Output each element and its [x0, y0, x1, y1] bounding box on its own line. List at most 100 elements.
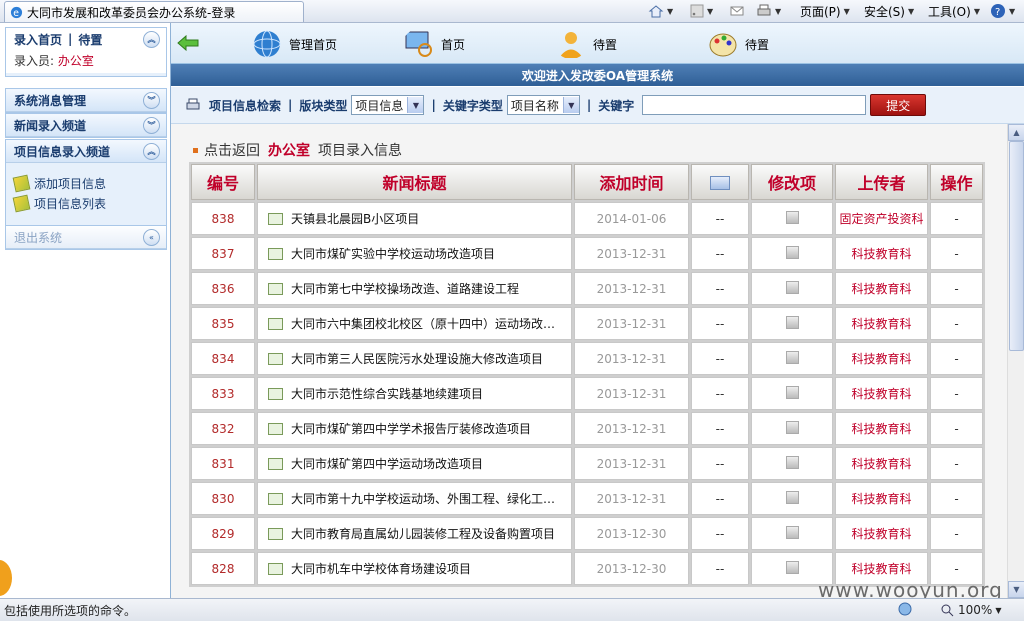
vertical-scrollbar[interactable]: ▲ ▼: [1007, 124, 1024, 598]
sidebar-item-add-project[interactable]: 添加项目信息: [12, 173, 158, 193]
row-title-text[interactable]: 天镇县北晨园B小区项目: [291, 212, 419, 226]
row-op[interactable]: -: [930, 412, 983, 445]
row-title[interactable]: 大同市第十九中学校运动场、外围工程、绿化工…: [257, 482, 572, 515]
row-title[interactable]: 大同市煤矿第四中学学术报告厅装修改造项目: [257, 412, 572, 445]
nav-home[interactable]: 首页: [403, 27, 465, 61]
help-button[interactable]: ? ▼: [990, 0, 1015, 22]
expand-down-icon[interactable]: ︾: [143, 92, 160, 109]
row-title[interactable]: 大同市第七中学校操场改造、道路建设工程: [257, 272, 572, 305]
row-op[interactable]: -: [930, 517, 983, 550]
row-title[interactable]: 大同市示范性综合实践基地续建项目: [257, 377, 572, 410]
row-op[interactable]: -: [930, 377, 983, 410]
scroll-thumb[interactable]: [1009, 141, 1024, 351]
edit-icon[interactable]: [785, 280, 799, 294]
sidebar-item-project-list[interactable]: 项目信息列表: [12, 193, 158, 213]
home-button[interactable]: ▼: [648, 0, 673, 22]
scroll-up-icon[interactable]: ▲: [1008, 124, 1024, 141]
sidebar-section-header[interactable]: 系统消息管理 ︾: [6, 89, 166, 112]
edit-icon[interactable]: [785, 455, 799, 469]
sidebar-section-header[interactable]: 项目信息录入频道 ︽: [6, 140, 166, 163]
row-title-text[interactable]: 大同市煤矿第四中学运动场改造项目: [291, 457, 483, 471]
row-op[interactable]: -: [930, 447, 983, 480]
edit-icon[interactable]: [785, 245, 799, 259]
edit-icon[interactable]: [785, 350, 799, 364]
edit-icon[interactable]: [785, 385, 799, 399]
scroll-down-icon[interactable]: ▼: [1008, 581, 1024, 598]
row-title[interactable]: 大同市六中集团校北校区（原十四中）运动场改…: [257, 307, 572, 340]
row-op[interactable]: -: [930, 482, 983, 515]
expand-down-icon[interactable]: ︾: [143, 117, 160, 134]
row-op[interactable]: -: [930, 272, 983, 305]
row-title-text[interactable]: 大同市第七中学校操场改造、道路建设工程: [291, 282, 519, 296]
row-title-text[interactable]: 大同市第三人民医院污水处理设施大修改造项目: [291, 352, 543, 366]
sidebar-item-label: 项目信息列表: [34, 196, 107, 211]
row-title[interactable]: 大同市第三人民医院污水处理设施大修改造项目: [257, 342, 572, 375]
row-uploader: 科技教育科: [835, 517, 928, 550]
collapse-up-icon[interactable]: ︽: [143, 31, 160, 48]
row-op[interactable]: -: [930, 237, 983, 270]
row-modify[interactable]: [751, 342, 833, 375]
row-modify[interactable]: [751, 412, 833, 445]
edit-icon[interactable]: [785, 210, 799, 224]
row-title[interactable]: 大同市教育局直属幼儿园装修工程及设备购置项目: [257, 517, 572, 550]
edit-icon[interactable]: [785, 420, 799, 434]
collapse-left-icon[interactable]: «: [143, 229, 160, 246]
row-modify[interactable]: [751, 307, 833, 340]
sidebar-home-link[interactable]: 录入首页: [14, 31, 62, 48]
page-menu[interactable]: 页面(P) ▼: [800, 0, 850, 22]
nav-admin-home[interactable]: 管理首页: [251, 27, 337, 61]
row-title[interactable]: 大同市煤矿实验中学校运动场改造项目: [257, 237, 572, 270]
zoom-control[interactable]: 100% ▼: [940, 603, 1001, 617]
chevron-down-icon[interactable]: ▼: [407, 97, 424, 113]
sidebar-section-news[interactable]: 新闻录入频道 ︾: [5, 113, 167, 138]
row-title[interactable]: 大同市煤矿第四中学运动场改造项目: [257, 447, 572, 480]
row-title-text[interactable]: 大同市示范性综合实践基地续建项目: [291, 387, 483, 401]
sidebar-section-header[interactable]: 新闻录入频道 ︾: [6, 114, 166, 137]
safety-menu[interactable]: 安全(S) ▼: [864, 0, 914, 22]
edit-icon[interactable]: [785, 560, 799, 574]
sidebar-pending-link[interactable]: 待置: [78, 31, 102, 48]
row-modify[interactable]: [751, 482, 833, 515]
sidebar-section-messages[interactable]: 系统消息管理 ︾: [5, 88, 167, 113]
row-modify[interactable]: [751, 272, 833, 305]
row-modify[interactable]: [751, 517, 833, 550]
row-modify[interactable]: [751, 237, 833, 270]
row-title-text[interactable]: 大同市六中集团校北校区（原十四中）运动场改…: [291, 317, 555, 331]
chevron-down-icon[interactable]: ▼: [562, 97, 579, 113]
row-title-text[interactable]: 大同市煤矿第四中学学术报告厅装修改造项目: [291, 422, 531, 436]
row-op[interactable]: -: [930, 342, 983, 375]
edit-icon[interactable]: [785, 490, 799, 504]
back-arrow-icon[interactable]: [177, 35, 199, 51]
row-title-text[interactable]: 大同市教育局直属幼儿园装修工程及设备购置项目: [291, 527, 555, 541]
sidebar-section-projects[interactable]: 项目信息录入频道 ︽ 添加项目信息 项目信息列表: [5, 139, 167, 226]
browser-tab[interactable]: e 大同市发展和改革委员会办公系统-登录: [4, 1, 304, 22]
edit-icon[interactable]: [785, 315, 799, 329]
edit-icon[interactable]: [785, 525, 799, 539]
block-type-select[interactable]: 项目信息 ▼: [351, 95, 425, 115]
help-icon: ?: [991, 4, 1005, 18]
rss-button[interactable]: ▼: [690, 0, 713, 22]
row-modify[interactable]: [751, 377, 833, 410]
keyword-type-label: 关键字类型: [442, 98, 503, 113]
print-button[interactable]: ▼: [756, 0, 781, 22]
keyword-input[interactable]: [642, 95, 867, 115]
row-op[interactable]: -: [930, 202, 983, 235]
sidebar-section-header[interactable]: 退出系统 «: [6, 226, 166, 249]
row-title-text[interactable]: 大同市第十九中学校运动场、外围工程、绿化工…: [291, 492, 555, 506]
row-modify[interactable]: [751, 447, 833, 480]
tools-menu[interactable]: 工具(O) ▼: [928, 0, 980, 22]
nav-pending-1[interactable]: 待置: [555, 27, 617, 61]
row-title-text[interactable]: 大同市机车中学校体育场建设项目: [291, 562, 471, 576]
mail-button[interactable]: [730, 0, 744, 22]
collapse-up-icon[interactable]: ︽: [143, 143, 160, 160]
row-title-text[interactable]: 大同市煤矿实验中学校运动场改造项目: [291, 247, 495, 261]
row-title[interactable]: 大同市机车中学校体育场建设项目: [257, 552, 572, 585]
submit-button[interactable]: 提交: [870, 94, 927, 116]
row-modify[interactable]: [751, 202, 833, 235]
nav-pending-2[interactable]: 待置: [707, 27, 769, 61]
sidebar-section-logout[interactable]: 退出系统 «: [5, 225, 167, 250]
back-link[interactable]: 点击返回: [204, 140, 260, 160]
row-op[interactable]: -: [930, 307, 983, 340]
keyword-type-select[interactable]: 项目名称 ▼: [506, 95, 580, 115]
row-title[interactable]: 天镇县北晨园B小区项目: [257, 202, 572, 235]
